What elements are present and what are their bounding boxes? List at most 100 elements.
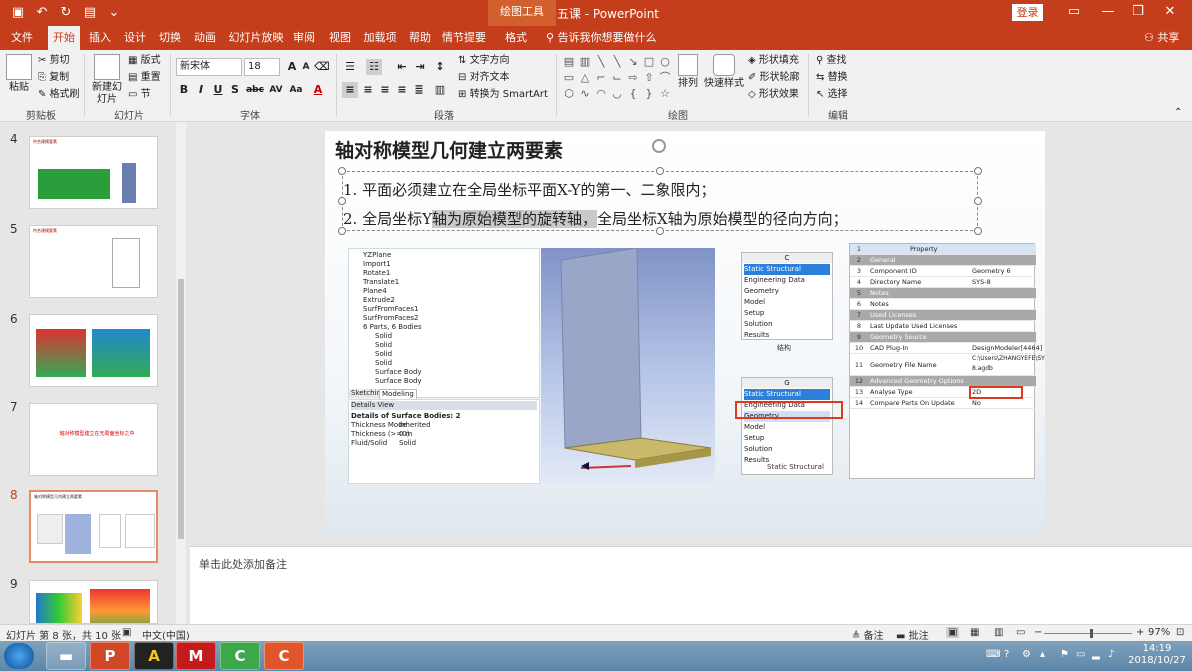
text-direction-button[interactable]: ⇅ 文字方向 (458, 54, 510, 68)
arc2-shape-icon[interactable]: ◡ (609, 86, 625, 102)
shrink-font-icon[interactable]: A (298, 59, 314, 75)
hex-shape-icon[interactable]: ⬡ (561, 86, 577, 102)
tab-file[interactable]: 文件 (6, 26, 38, 50)
align-left-icon[interactable]: ≡ (342, 82, 358, 98)
tab-transitions[interactable]: 切换 (154, 26, 186, 50)
uarrow-shape-icon[interactable]: ⇧ (641, 70, 657, 86)
align-right-icon[interactable]: ≡ (377, 82, 393, 98)
select-button[interactable]: ↖ 选择 (816, 88, 848, 102)
tab-review[interactable]: 审阅 (288, 26, 320, 50)
replace-button[interactable]: ⇆ 替换 (816, 71, 848, 85)
reading-view-icon[interactable]: ▥ (994, 627, 1003, 638)
network-icon[interactable]: ▂ (1092, 649, 1100, 660)
cut-button[interactable]: ✂ 剪切 (38, 54, 70, 68)
tab-addins[interactable]: 加载项 (360, 26, 400, 50)
app-m-taskbar-icon[interactable]: M (176, 642, 216, 670)
numbering-icon[interactable]: ☷ (366, 59, 382, 75)
resize-handle[interactable] (338, 167, 346, 175)
line2-shape-icon[interactable]: ╲ (609, 54, 625, 70)
shape-outline-button[interactable]: ✐ 形状轮廓 (748, 71, 800, 85)
slide-thumbnail-9[interactable] (29, 580, 158, 624)
clear-format-icon[interactable]: ⌫ (314, 59, 330, 75)
arc-shape-icon[interactable]: ◠ (593, 86, 609, 102)
elbow-shape-icon[interactable]: ⌐ (593, 70, 609, 86)
distributed-icon[interactable]: ≣ (411, 82, 427, 98)
settings-icon[interactable]: ⚙ (1022, 649, 1031, 660)
line-shape-icon[interactable]: ╲ (593, 54, 609, 70)
restore-icon[interactable]: ❐ (1128, 3, 1148, 21)
app-c2-taskbar-icon[interactable]: C (264, 642, 304, 670)
format-painter-button[interactable]: ✎ 格式刷 (38, 88, 80, 102)
italic-button[interactable]: I (193, 82, 209, 98)
resize-handle[interactable] (656, 167, 664, 175)
tab-storyboard[interactable]: 情节提要 (438, 26, 490, 50)
slide-title[interactable]: 轴对称模型几何建立两要素 (335, 136, 563, 163)
undo-icon[interactable]: ↶ (30, 4, 54, 22)
slide-thumbnail-6[interactable] (29, 314, 158, 387)
help-icon[interactable]: ? (1004, 649, 1009, 660)
resize-handle[interactable] (974, 227, 982, 235)
justify-icon[interactable]: ≡ (394, 82, 410, 98)
rect2-shape-icon[interactable]: ▭ (561, 70, 577, 86)
collapse-ribbon-icon[interactable]: ⌃ (1174, 106, 1182, 120)
bold-button[interactable]: B (176, 82, 192, 98)
shadow-button[interactable]: S (227, 82, 243, 98)
shape-fill-button[interactable]: ◈ 形状填充 (748, 54, 799, 68)
tab-slideshow[interactable]: 幻灯片放映 (226, 26, 286, 50)
thumbnail-pane[interactable]: 4 符合建模要素 5 符合建模要素 6 7 轴对称模型建立在无局面坐标之中 8 … (0, 122, 186, 624)
slide-thumbnail-5[interactable]: 符合建模要素 (29, 225, 158, 298)
scrollbar-thumb[interactable] (178, 279, 184, 539)
tab-home[interactable]: 开始 (48, 26, 80, 50)
rotate-handle-icon[interactable] (652, 139, 666, 153)
zoom-in-icon[interactable]: + (1136, 627, 1144, 638)
font-name-select[interactable]: 新宋体 (176, 58, 242, 76)
start-button[interactable] (4, 643, 34, 669)
slideshow-icon[interactable]: ▭ (1016, 627, 1025, 638)
notes-placeholder[interactable]: 单击此处添加备注 (199, 556, 287, 572)
curve-shape-icon[interactable]: ∿ (577, 86, 593, 102)
share-button[interactable]: ⚇ 共享 (1144, 26, 1179, 50)
slide-thumbnail-8[interactable]: 轴对称模型几何建立两要素 (29, 490, 158, 563)
tab-format[interactable]: 格式 (500, 26, 532, 50)
font-color-icon[interactable]: A (310, 82, 326, 98)
keyboard-icon[interactable]: ⌨ (986, 649, 1000, 660)
columns-icon[interactable]: ▥ (432, 82, 448, 98)
reset-button[interactable]: ▤ 重置 (128, 71, 161, 85)
fit-slide-icon[interactable]: ⊡ (1176, 627, 1184, 638)
smartart-button[interactable]: ⊞ 转换为 SmartArt (458, 88, 548, 102)
normal-view-icon[interactable]: ▣ (946, 627, 960, 638)
brace-shape-icon[interactable]: ⌒ (657, 70, 673, 86)
resize-handle[interactable] (974, 167, 982, 175)
layout-button[interactable]: ▦ 版式 (128, 54, 161, 68)
strikethrough-button[interactable]: abc (244, 82, 266, 98)
shapes-gallery[interactable]: ▤ ▥ ╲ ╲ ↘ □ ○ ▭ △ ⌐ ⌙ ⇨ ⇧ ⌒ ⬡ ∿ ◠ ◡ { } … (561, 54, 673, 102)
oval-shape-icon[interactable]: ○ (657, 54, 673, 70)
customize-qat-icon[interactable]: ⌄ (102, 4, 126, 22)
comments-toggle[interactable]: ▬ 批注 (896, 627, 929, 642)
spellcheck-icon[interactable]: ▣ (122, 627, 131, 638)
slide-sorter-icon[interactable]: ▦ (970, 627, 979, 638)
save-icon[interactable]: ▣ (6, 4, 30, 22)
powerpoint-taskbar-icon[interactable]: P (90, 642, 130, 670)
notes-pane[interactable]: 单击此处添加备注 (190, 546, 1192, 624)
line-spacing-icon[interactable]: ↕ (432, 59, 448, 75)
triangle-shape-icon[interactable]: △ (577, 70, 593, 86)
ansys-taskbar-icon[interactable]: A (134, 642, 174, 670)
zoom-out-icon[interactable]: − (1034, 627, 1042, 638)
find-button[interactable]: ⚲ 查找 (816, 54, 847, 68)
paste-button[interactable]: 粘贴 (6, 54, 32, 94)
rect-shape-icon[interactable]: □ (641, 54, 657, 70)
slide-editor[interactable]: 轴对称模型几何建立两要素 1. 平面必须建立在全局坐标平面X-Y的第一、二象限内… (190, 122, 1192, 546)
align-center-icon[interactable]: ≡ (360, 82, 376, 98)
tab-help[interactable]: 帮助 (404, 26, 436, 50)
tray-expand-icon[interactable]: ▴ (1040, 649, 1045, 660)
explorer-taskbar-icon[interactable]: ▬ (46, 642, 86, 670)
slide-body[interactable]: 1. 平面必须建立在全局坐标平面X-Y的第一、二象限内； 2. 全局坐标Y轴为原… (343, 176, 848, 234)
close-icon[interactable]: ✕ (1160, 3, 1180, 21)
align-text-button[interactable]: ⊟ 对齐文本 (458, 71, 510, 85)
quick-styles-button[interactable]: 快速样式 (704, 54, 744, 90)
tell-me-search[interactable]: ⚲ 告诉我你想要做什么 (546, 26, 657, 50)
lbrace-shape-icon[interactable]: { (625, 86, 641, 102)
flag-icon[interactable]: ⚑ (1060, 649, 1069, 660)
rbrace-shape-icon[interactable]: } (641, 86, 657, 102)
